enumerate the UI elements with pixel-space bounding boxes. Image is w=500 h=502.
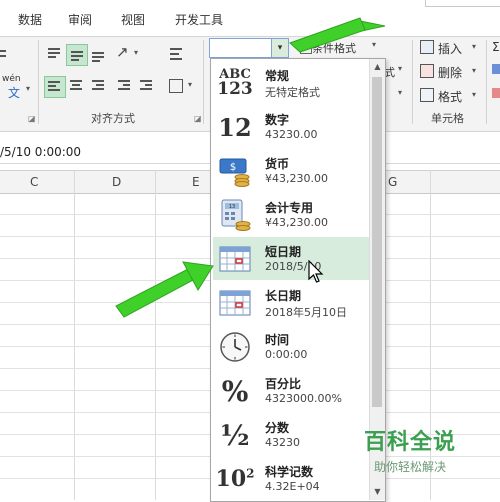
watermark-title: 百科全说 [363,430,456,455]
watermark-subtitle: 助你轻松解决 [373,460,446,474]
annotation-arrow-top [289,17,386,53]
annotation-arrow-left [115,261,214,318]
watermark: 百科全说 助你轻松解决 [345,424,475,475]
